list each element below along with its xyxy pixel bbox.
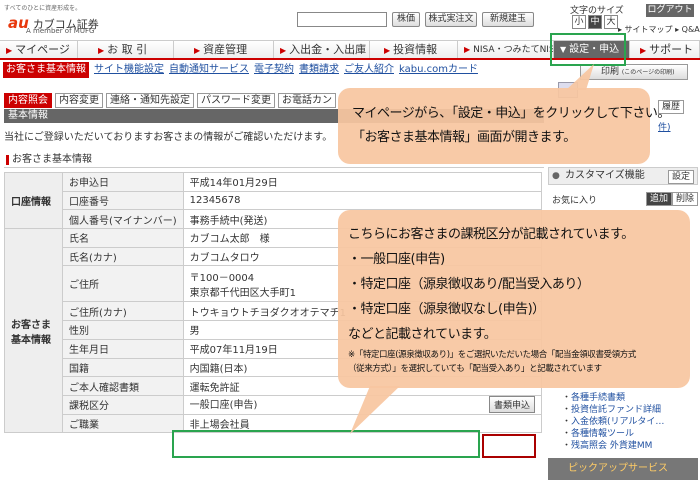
nav-support[interactable]: ▶ サポート — [630, 41, 700, 58]
row-key: 課税区分 — [62, 394, 184, 415]
tab-contact[interactable]: 連絡・通知先設定 — [106, 93, 194, 108]
favorite-item[interactable]: 各種情報ツール — [562, 428, 664, 440]
subnav-e-contract[interactable]: 電子契約 — [254, 62, 294, 78]
pickup-service-banner[interactable]: ピックアップサービス — [548, 458, 698, 480]
table-row: 口座番号 12345678 — [5, 190, 543, 211]
print-sub-label: (このページの印刷) — [621, 69, 675, 76]
subnav-site-settings[interactable]: サイト機能設定 — [94, 62, 164, 78]
tab-inquiry[interactable]: 内容照会 — [4, 93, 52, 108]
row-key: ご住所 — [62, 265, 184, 303]
font-medium-button[interactable]: 中 — [588, 15, 602, 29]
table-row: 口座情報 お申込日 平成14年01月29日 — [4, 171, 543, 230]
tax-category-highlight — [172, 430, 480, 458]
customize-title: カスタマイズ機能 — [565, 170, 645, 181]
arrow-icon: ▶ — [384, 46, 391, 55]
row-key: ご住所(カナ) — [62, 301, 184, 322]
tax-category-value: 一般口座(申告) — [189, 400, 258, 412]
account-group-label: 口座情報 — [4, 171, 63, 230]
nav-trade[interactable]: ▶ お 取 引 — [78, 41, 174, 58]
tab-change[interactable]: 内容変更 — [55, 93, 103, 108]
callout2-line4: ・特定口座（源泉徴収なし(申告)） — [348, 302, 545, 317]
row-key: ご職業 — [62, 413, 184, 434]
arrow-icon: ▶ — [194, 46, 201, 55]
row-value: 平成14年01月29日 — [182, 172, 543, 192]
table-row: 課税区分 一般口座(申告) 書類申込 — [5, 394, 543, 415]
document-request-button[interactable]: 書類申込 — [488, 396, 535, 414]
tagline: すべてのひとに資産形成を。 — [4, 5, 82, 12]
row-key: 氏名 — [62, 228, 184, 248]
notice-count-link[interactable]: 件) — [658, 120, 671, 133]
nav-asset[interactable]: ▶ 資産管理 — [174, 41, 274, 58]
favorites-label: お気に入り — [552, 196, 598, 206]
row-key: 口座番号 — [62, 190, 184, 211]
instruction-callout-2: こちらにお客さまの課税区分が記載されています。 ・一般口座(申告) ・特定口座（… — [338, 210, 690, 388]
content-tabs: 内容照会 内容変更 連絡・通知先設定 パスワード変更 お電話カン — [4, 93, 336, 108]
arrow-icon: ▶ — [464, 45, 471, 54]
nav-investment-info[interactable]: ▶ 投資情報 — [370, 41, 458, 58]
customer-group-label: お客さま基本情報 — [4, 228, 63, 434]
logout-button[interactable]: ログアウト — [646, 4, 694, 17]
favorite-item[interactable]: 入金依頼(リアルタイ… — [562, 416, 664, 428]
arrow-icon: ▶ — [98, 46, 105, 55]
font-small-button[interactable]: 小 — [572, 15, 586, 29]
favorite-item[interactable]: 投資信託ファンド詳細 — [562, 404, 664, 416]
favorite-item[interactable]: 残高照会 外貨建MM — [562, 440, 664, 452]
stock-price-button[interactable]: 株価 — [392, 12, 420, 27]
new-position-button[interactable]: 新規建玉 — [482, 12, 534, 27]
row-value: 12345678 — [182, 190, 543, 211]
font-large-button[interactable]: 大 — [604, 15, 618, 29]
instruction-callout-1: マイページがら、「設定・申込」をクリックして下さい。 「お客さま基本情報」画面が… — [338, 88, 670, 164]
subnav-card[interactable]: kabu.comカード — [399, 62, 478, 78]
nav-mypage[interactable]: ▶ マイページ — [0, 41, 78, 58]
callout2-line3: ・特定口座（源泉徴収あり/配当受入あり） — [348, 277, 590, 292]
search-input[interactable] — [297, 12, 387, 27]
arrow-icon: ▶ — [6, 46, 13, 55]
row-key: 国籍 — [62, 357, 184, 378]
favorite-item[interactable]: 各種手続書類 — [562, 392, 664, 404]
favorite-delete-button[interactable]: 削除 — [672, 192, 698, 206]
callout2-line2: ・一般口座(申告) — [348, 252, 445, 267]
nav-nisa[interactable]: ▶ NISA・つみたてNISA — [458, 41, 554, 58]
callout2-note2: （従来方式）」を選択していても「配当受入あり」と記載されています — [348, 364, 602, 374]
print-label: 印刷 — [601, 67, 620, 77]
row-key: お申込日 — [62, 172, 184, 192]
favorite-add-button[interactable]: 追加 — [646, 192, 673, 206]
arrow-icon: ▶ — [640, 46, 647, 55]
callout2-line5: などと記載されています。 — [348, 327, 497, 342]
row-key: 個人番号(マイナンバー) — [62, 209, 184, 230]
tab-password[interactable]: パスワード変更 — [197, 93, 275, 108]
customize-settings-button[interactable]: 設定 — [668, 170, 695, 184]
row-key: 氏名(カナ) — [62, 246, 184, 267]
favorites-list: 各種手続書類 投資信託ファンド詳細 入金依頼(リアルタイ… 各種情報ツール 残高… — [562, 392, 664, 452]
callout1-line1: マイページがら、「設定・申込」をクリックして下さい。 — [352, 106, 670, 121]
callout2-pointer — [350, 386, 400, 434]
arrow-icon: ▶ — [280, 46, 287, 55]
nav-deposit[interactable]: ▶ 入出金・入出庫 — [274, 41, 370, 58]
callout2-line1: こちらにお客さまの課税区分が記載されています。 — [348, 227, 634, 242]
row-key: 性別 — [62, 320, 184, 340]
subnav-documents[interactable]: 書類請求 — [299, 62, 339, 78]
row-key: 生年月日 — [62, 338, 184, 359]
header-links[interactable]: ▸ サイトマップ ▸ Q&A — [618, 24, 700, 35]
stock-order-button[interactable]: 株式実注文 — [425, 12, 477, 27]
tab-phone[interactable]: お電話カン — [278, 93, 336, 108]
settings-nav-highlight — [550, 33, 626, 66]
logo-sub: A member of MUFG — [26, 27, 95, 35]
callout2-note1: ※「特定口座(源泉徴収あり)」をご選択いただいた場合「配当金領収書受領方式 — [348, 350, 636, 360]
subnav-referral[interactable]: ご友人紹介 — [344, 62, 394, 78]
callout1-line2: 「お客さま基本情報」画面が開きます。 — [352, 130, 576, 145]
subnav-auto-notify[interactable]: 自動通知サービス — [169, 62, 249, 78]
row-key: ご本人確認書類 — [62, 376, 184, 396]
document-button-highlight — [482, 434, 536, 458]
intro-text: 当社にご登録いただいておりますお客さまの情報がご確認いただけます。 — [4, 132, 333, 143]
subnav-customer-info[interactable]: お客さま基本情報 — [3, 62, 89, 78]
sub-nav: お客さま基本情報 サイト機能設定 自動通知サービス 電子契約 書類請求 ご友人紹… — [0, 62, 560, 78]
callout1-pointer — [566, 64, 594, 90]
